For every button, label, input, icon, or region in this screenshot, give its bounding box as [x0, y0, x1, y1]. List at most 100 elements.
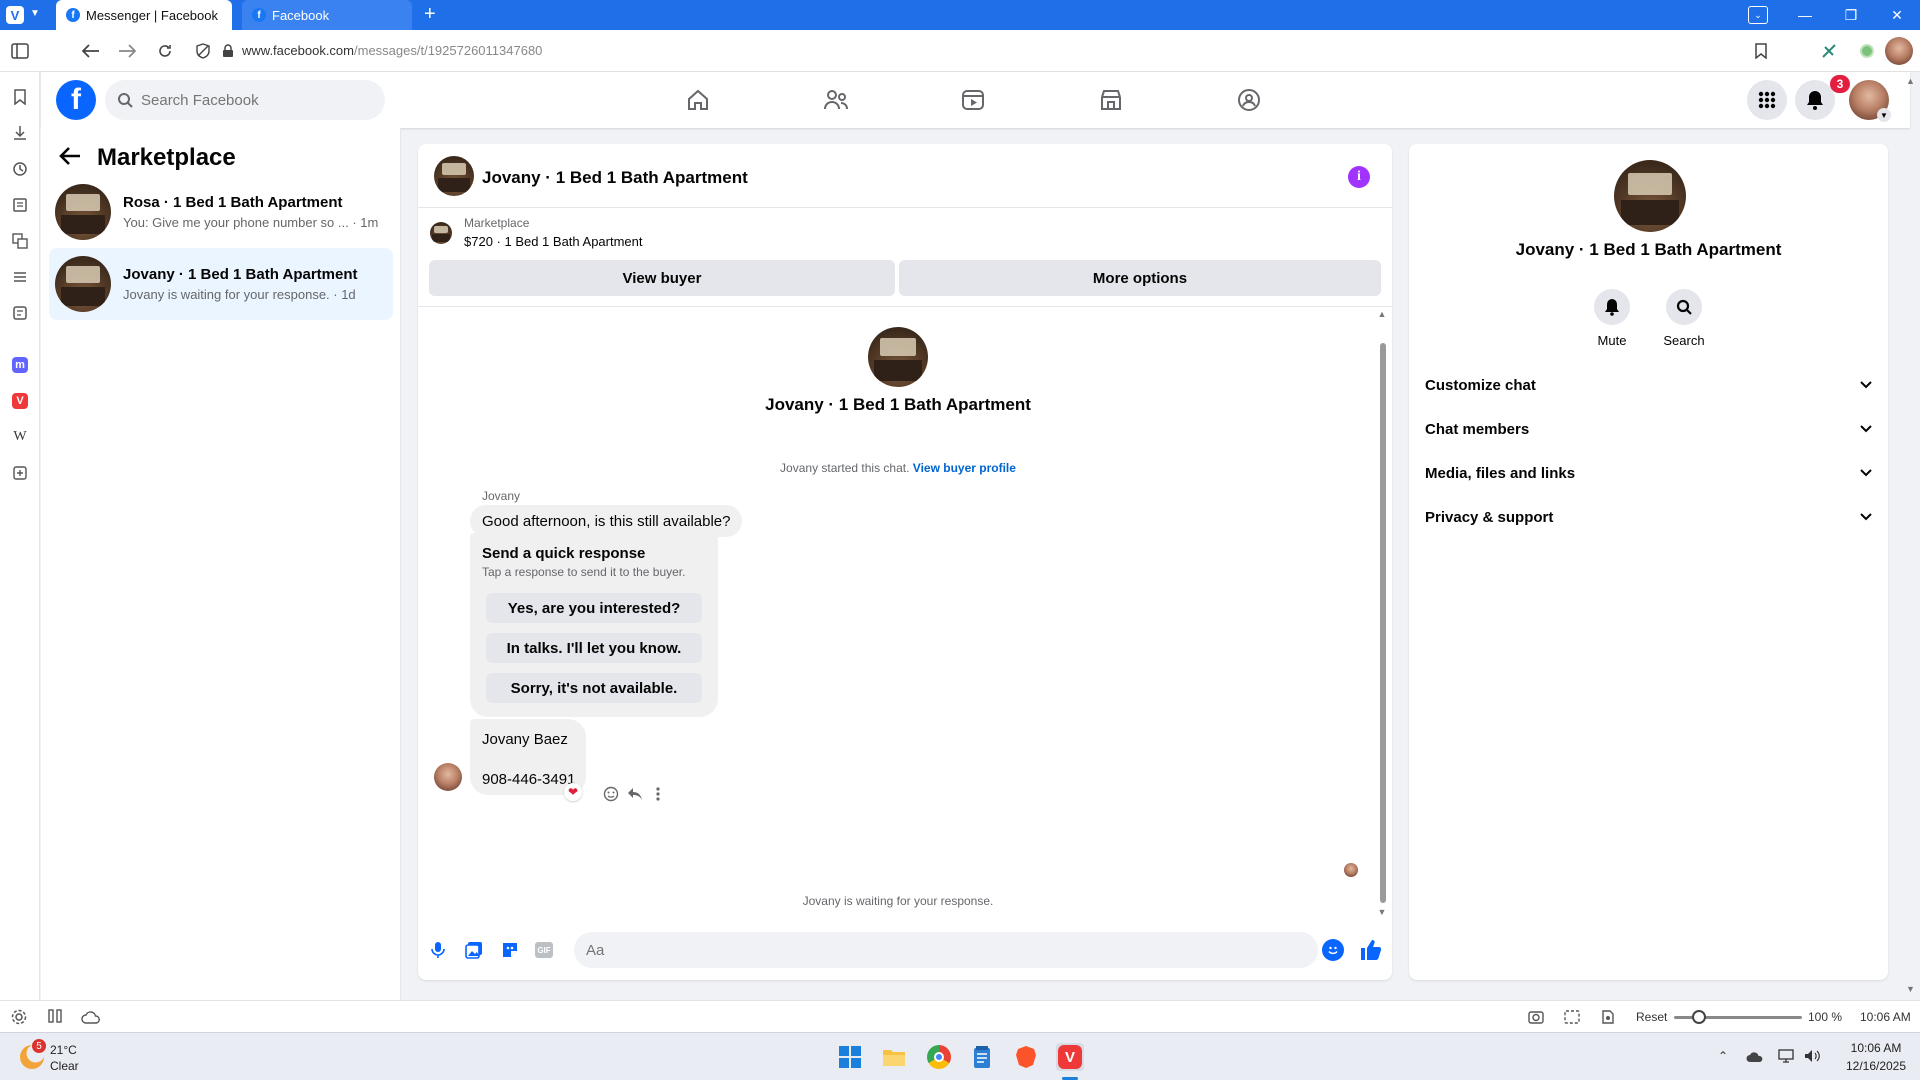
chat-avatar[interactable] [434, 156, 474, 196]
minimize-button[interactable]: — [1782, 0, 1828, 30]
conversation-item-rosa[interactable]: Rosa · 1 Bed 1 Bath Apartment You: Give … [49, 176, 393, 248]
back-arrow-icon[interactable] [59, 146, 85, 172]
tray-chevron-up-icon[interactable]: ⌃ [1718, 1049, 1728, 1063]
translate-icon[interactable] [9, 230, 31, 252]
tab-list-button[interactable]: ⌄ [1748, 6, 1768, 24]
downloads-icon[interactable] [9, 122, 31, 144]
search-in-chat-button[interactable]: Search [1654, 289, 1714, 348]
tab-messenger[interactable]: f Messenger | Facebook [56, 0, 232, 30]
media-files-links-row[interactable]: Media, files and links [1425, 455, 1872, 491]
reload-icon[interactable] [154, 40, 176, 62]
customize-chat-row[interactable]: Customize chat [1425, 367, 1872, 403]
bookmark-icon[interactable] [1750, 40, 1772, 62]
onedrive-cloud-icon[interactable] [1746, 1051, 1764, 1063]
message-input[interactable] [574, 932, 1318, 968]
wikipedia-icon[interactable]: W [9, 426, 31, 448]
zoom-slider-knob[interactable] [1692, 1010, 1706, 1024]
sender-avatar[interactable] [434, 763, 462, 791]
home-icon[interactable] [683, 86, 713, 114]
restore-button[interactable]: ❐ [1828, 0, 1874, 30]
url-field[interactable]: www.facebook.com/messages/t/192572601134… [242, 43, 542, 58]
page-actions-icon[interactable] [1600, 1009, 1616, 1025]
sync-cloud-icon[interactable] [81, 1010, 101, 1024]
photo-icon[interactable] [464, 940, 484, 960]
forward-arrow-icon[interactable] [116, 40, 138, 62]
conversation-item-jovany[interactable]: Jovany · 1 Bed 1 Bath Apartment Jovany i… [49, 248, 393, 320]
close-window-button[interactable]: ✕ [1874, 0, 1920, 30]
history-icon[interactable] [9, 158, 31, 180]
quick-response-button[interactable]: Yes, are you interested? [486, 593, 702, 623]
brave-icon[interactable] [1012, 1043, 1040, 1071]
like-thumb-icon[interactable] [1359, 938, 1383, 962]
new-tab-button[interactable]: + [424, 3, 436, 26]
file-explorer-icon[interactable] [880, 1043, 908, 1071]
bookmarks-panel-icon[interactable] [9, 86, 31, 108]
gif-icon[interactable]: GIF [534, 940, 554, 960]
scroll-up-arrow[interactable]: ▲ [1377, 309, 1387, 319]
heart-reaction-icon[interactable]: ❤ [564, 783, 582, 801]
menu-grid-button[interactable] [1747, 80, 1787, 120]
tracker-blocker-icon[interactable] [192, 40, 214, 62]
info-icon[interactable]: i [1348, 166, 1370, 188]
zoom-reset-button[interactable]: Reset [1636, 1010, 1667, 1024]
react-icon[interactable] [602, 785, 620, 803]
tab-facebook[interactable]: f Facebook [242, 0, 412, 30]
quick-response-button[interactable]: In talks. I'll let you know. [486, 633, 702, 663]
taskbar-time[interactable]: 10:06 AM [1846, 1041, 1906, 1055]
chrome-icon[interactable] [925, 1043, 953, 1071]
chat-title[interactable]: Jovany · 1 Bed 1 Bath Apartment [482, 168, 748, 188]
reply-icon[interactable] [626, 785, 644, 803]
buyer-avatar[interactable] [1614, 160, 1686, 232]
vivaldi-panel-icon[interactable]: V [9, 390, 31, 412]
microphone-icon[interactable] [428, 940, 448, 960]
page-scroll-up-arrow[interactable]: ▲ [1906, 76, 1915, 86]
scrollbar-thumb[interactable] [1380, 343, 1386, 903]
notepad-icon[interactable] [968, 1043, 996, 1071]
reading-list-icon[interactable] [9, 266, 31, 288]
account-chevron-icon[interactable]: ▼ [1877, 108, 1891, 122]
more-icon[interactable] [649, 785, 667, 803]
status-dot-icon[interactable] [1856, 40, 1878, 62]
scroll-down-arrow[interactable]: ▼ [1377, 907, 1387, 917]
buyer-avatar[interactable] [868, 327, 928, 387]
facebook-search[interactable] [105, 80, 385, 120]
settings-gear-icon[interactable] [11, 1009, 27, 1025]
friends-icon[interactable] [821, 86, 851, 114]
extension-icon[interactable] [1818, 40, 1840, 62]
notes-icon[interactable] [9, 194, 31, 216]
back-arrow-icon[interactable] [80, 40, 102, 62]
chevron-down-icon[interactable]: ▼ [30, 8, 40, 19]
add-panel-icon[interactable] [9, 462, 31, 484]
taskbar-date[interactable]: 12/16/2025 [1836, 1059, 1916, 1073]
weather-widget[interactable]: 5 21°C Clear [18, 1039, 118, 1075]
quick-response-button[interactable]: Sorry, it's not available. [486, 673, 702, 703]
video-icon[interactable] [958, 86, 988, 114]
browser-profile-avatar[interactable] [1885, 37, 1913, 65]
vivaldi-taskbar-icon[interactable]: V [1056, 1043, 1084, 1071]
view-buyer-button[interactable]: View buyer [429, 260, 895, 296]
page-tiling-icon[interactable] [1564, 1009, 1580, 1025]
chat-members-row[interactable]: Chat members [1425, 411, 1872, 447]
sticker-icon[interactable] [500, 940, 520, 960]
capture-icon[interactable] [9, 302, 31, 324]
tiling-icon[interactable] [48, 1009, 62, 1023]
facebook-logo[interactable]: f [56, 80, 96, 120]
page-scroll-down-arrow[interactable]: ▼ [1906, 984, 1915, 994]
privacy-support-row[interactable]: Privacy & support [1425, 499, 1872, 535]
notifications-button[interactable] [1795, 80, 1835, 120]
mastodon-icon[interactable]: m [9, 354, 31, 376]
groups-icon[interactable] [1234, 86, 1264, 114]
emoji-icon[interactable] [1322, 939, 1344, 961]
panel-toggle-icon[interactable] [9, 40, 31, 62]
lock-icon[interactable] [217, 40, 239, 62]
more-options-button[interactable]: More options [899, 260, 1381, 296]
mute-button[interactable]: Mute [1582, 289, 1642, 348]
search-input[interactable] [141, 91, 361, 109]
view-buyer-profile-link[interactable]: View buyer profile [913, 461, 1016, 475]
capture-page-icon[interactable] [1528, 1009, 1544, 1025]
volume-icon[interactable] [1804, 1049, 1820, 1063]
network-icon[interactable] [1778, 1049, 1794, 1063]
marketplace-icon[interactable] [1096, 86, 1126, 114]
vivaldi-menu-icon[interactable]: V [6, 6, 24, 24]
windows-start-icon[interactable] [836, 1043, 864, 1071]
